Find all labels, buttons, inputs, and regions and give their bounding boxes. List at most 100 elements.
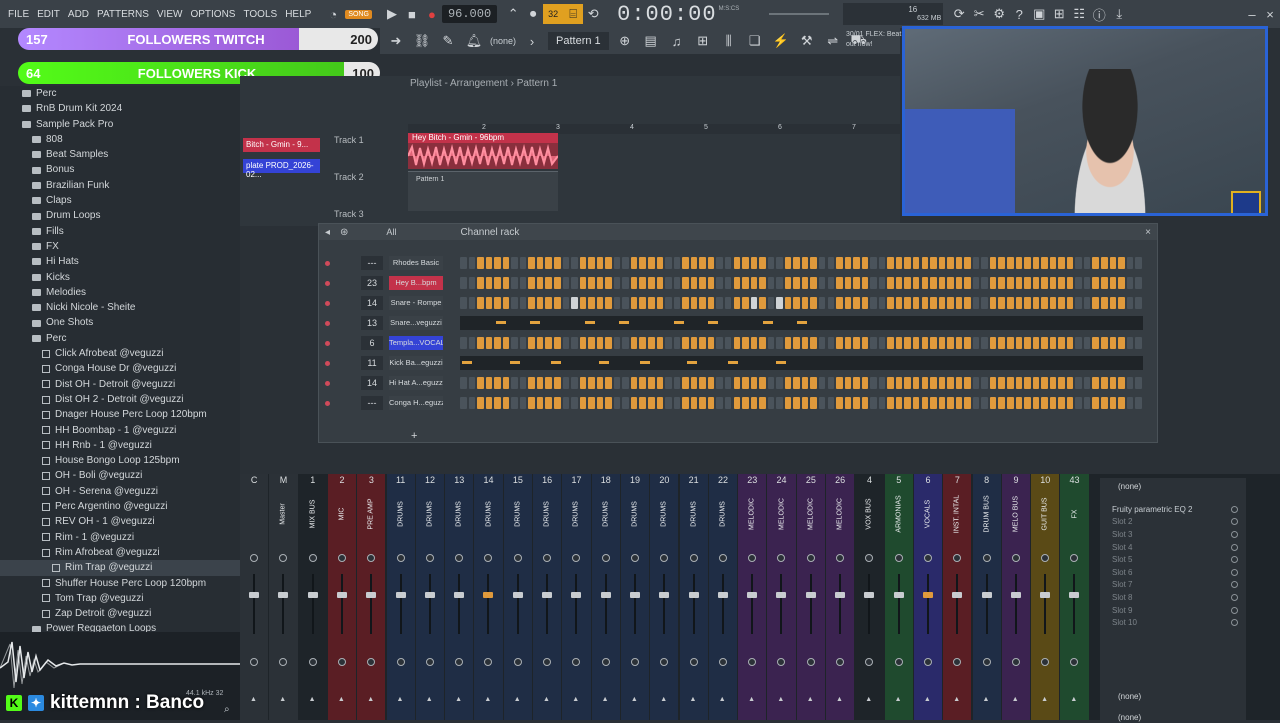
fx-slot-enable-icon[interactable]	[1231, 530, 1238, 538]
step-button[interactable]	[528, 377, 535, 389]
step-button[interactable]	[1101, 397, 1108, 409]
step-button[interactable]	[579, 397, 587, 409]
mute-led-icon[interactable]	[325, 340, 330, 346]
step-button[interactable]	[912, 337, 920, 349]
step-button[interactable]	[724, 337, 732, 349]
channel-name-button[interactable]: Snare...veguzzi	[389, 316, 443, 330]
browser-folder[interactable]: Beat Samples	[0, 147, 240, 162]
pan-knob[interactable]	[689, 554, 698, 562]
step-button[interactable]	[639, 277, 646, 289]
mixer-strip[interactable]: 22 DRUMS ▲	[708, 474, 738, 720]
step-button[interactable]	[1007, 377, 1014, 389]
step-button[interactable]	[759, 377, 766, 389]
route-arrow-icon[interactable]: ▲	[748, 696, 755, 703]
step-button[interactable]	[784, 297, 792, 309]
save-icon[interactable]: ▣	[1029, 4, 1049, 24]
step-button[interactable]	[844, 257, 852, 269]
step-button[interactable]	[545, 397, 552, 409]
browser-file[interactable]: Dist OH 2 - Detroit @veguzzi	[0, 392, 240, 407]
step-button[interactable]	[1015, 257, 1023, 269]
step-button[interactable]	[1075, 337, 1082, 349]
step-button[interactable]	[930, 277, 937, 289]
record-icon[interactable]: ●	[422, 4, 442, 24]
mixer-strip[interactable]: 26 MELODIC ▲	[826, 474, 855, 720]
rack-options-icon[interactable]: ⊛	[340, 227, 348, 238]
step-button[interactable]	[1075, 297, 1082, 309]
volume-fader[interactable]	[512, 592, 523, 598]
rack-filter[interactable]: All	[386, 227, 396, 237]
step-button[interactable]	[536, 337, 544, 349]
step-button[interactable]	[519, 257, 527, 269]
channel-mixer-track[interactable]: ---	[361, 396, 383, 410]
send-knob[interactable]	[718, 658, 727, 666]
step-button[interactable]	[588, 397, 595, 409]
step-button[interactable]	[588, 257, 595, 269]
volume-fader[interactable]	[893, 592, 904, 598]
step-button[interactable]	[801, 397, 809, 409]
step-button[interactable]	[776, 297, 783, 309]
playlist-icon[interactable]: ▤	[641, 31, 661, 51]
mixer-strip[interactable]: 17 DRUMS ▲	[562, 474, 591, 720]
fx-input-select[interactable]: (none)	[1100, 478, 1246, 495]
step-button[interactable]	[630, 257, 638, 269]
step-button[interactable]	[836, 257, 843, 269]
pattern-picker-template-clip[interactable]: plate PROD_2026-02...	[243, 159, 320, 179]
step-button[interactable]	[801, 277, 809, 289]
step-button[interactable]	[784, 397, 792, 409]
cpu-knob-icon[interactable]: ◔	[323, 4, 343, 24]
pattern-arrow-icon[interactable]: ›	[522, 31, 542, 51]
step-button[interactable]	[579, 257, 587, 269]
step-button[interactable]	[972, 297, 980, 309]
step-button[interactable]	[545, 277, 552, 289]
route-arrow-icon[interactable]: ▲	[602, 696, 609, 703]
snap-select[interactable]: (none)	[490, 36, 516, 46]
step-button[interactable]	[622, 277, 629, 289]
pan-knob[interactable]	[250, 554, 258, 562]
step-button[interactable]	[1024, 277, 1031, 289]
step-button[interactable]	[793, 337, 800, 349]
pan-knob[interactable]	[513, 554, 522, 562]
step-button[interactable]	[989, 397, 997, 409]
step-button[interactable]	[724, 377, 732, 389]
step-button[interactable]	[562, 377, 570, 389]
fx-slot-enable-icon[interactable]	[1231, 556, 1238, 564]
step-button[interactable]	[536, 277, 544, 289]
send-knob[interactable]	[1070, 658, 1079, 666]
step-button[interactable]	[844, 297, 852, 309]
step-button[interactable]	[648, 257, 655, 269]
step-button[interactable]	[861, 377, 869, 389]
loop-record-icon[interactable]: ⟲	[583, 4, 603, 24]
pan-knob[interactable]	[1011, 554, 1020, 562]
step-button[interactable]	[528, 277, 535, 289]
volume-fader[interactable]	[336, 592, 347, 598]
mixer-strip[interactable]: 19 DRUMS ▲	[620, 474, 650, 720]
fx-output-select-2[interactable]: (none)	[1118, 713, 1141, 722]
step-button[interactable]	[1049, 337, 1057, 349]
step-button[interactable]	[468, 337, 476, 349]
browser-file[interactable]: HH Rnb - 1 @veguzzi	[0, 438, 240, 453]
step-button[interactable]	[750, 277, 758, 289]
step-button[interactable]	[904, 297, 911, 309]
step-button[interactable]	[938, 397, 946, 409]
step-button[interactable]	[665, 397, 672, 409]
step-button[interactable]	[1041, 377, 1048, 389]
step-button[interactable]	[630, 337, 638, 349]
step-button[interactable]	[545, 377, 552, 389]
step-button[interactable]	[767, 337, 775, 349]
step-button[interactable]	[921, 257, 929, 269]
step-button[interactable]	[707, 337, 715, 349]
piano-roll-preview[interactable]	[460, 356, 1143, 370]
step-button[interactable]	[870, 257, 877, 269]
step-button[interactable]	[878, 257, 886, 269]
step-button[interactable]	[519, 337, 527, 349]
channel-mixer-track[interactable]: ---	[361, 256, 383, 270]
step-button[interactable]	[648, 297, 655, 309]
pan-knob[interactable]	[777, 554, 786, 562]
piano-roll-preview[interactable]	[460, 316, 1143, 330]
channel-name-button[interactable]: Hey B...bpm	[389, 276, 443, 290]
fx-slot[interactable]: Slot 9	[1100, 604, 1246, 617]
step-button[interactable]	[912, 277, 920, 289]
step-button[interactable]	[742, 257, 749, 269]
mixer-icon[interactable]: ☷	[1069, 4, 1089, 24]
step-button[interactable]	[545, 297, 552, 309]
